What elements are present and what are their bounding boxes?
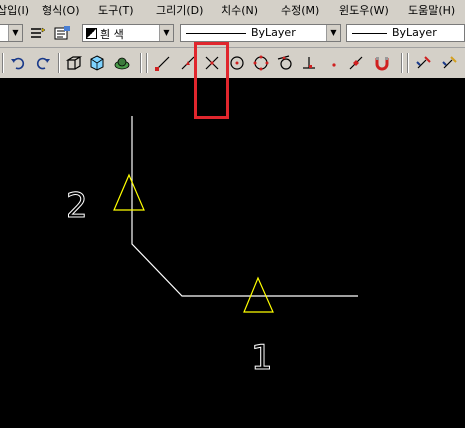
snap-node-icon[interactable] — [324, 53, 344, 73]
box-3d-icon[interactable] — [64, 53, 84, 73]
menu-dimension[interactable]: 치수(N) — [221, 2, 258, 18]
drawing-canvas[interactable]: 2 1 — [0, 78, 465, 428]
menu-bar: 삽입(I) 형식(O) 도구(T) 그리기(D) 치수(N) 수정(M) 윈도우… — [0, 0, 465, 18]
menu-help[interactable]: 도움말(H) — [408, 2, 455, 18]
marker-triangle-1[interactable] — [243, 276, 274, 313]
snap-tangent-icon[interactable] — [275, 53, 295, 73]
menu-tools[interactable]: 도구(T) — [98, 2, 134, 18]
menu-draw[interactable]: 그리기(D) — [156, 2, 203, 18]
toolbar-separator — [401, 53, 403, 73]
linetype-combo[interactable]: ByLayer ▼ — [180, 24, 341, 42]
toolbar-separator — [407, 53, 409, 73]
snap-none-icon[interactable] — [440, 53, 460, 73]
snap-endpoint-icon[interactable] — [153, 53, 173, 73]
drawing-polyline[interactable] — [131, 116, 358, 297]
menu-format[interactable]: 형식(O) — [42, 2, 79, 18]
color-value: 흰 색 — [100, 28, 124, 41]
menu-insert[interactable]: 삽입(I) — [0, 2, 29, 18]
render-icon[interactable] — [112, 53, 132, 73]
chevron-down-icon[interactable]: ▼ — [326, 25, 340, 41]
linetype-value: ByLayer — [251, 26, 296, 39]
chevron-down-icon[interactable]: ▼ — [8, 25, 22, 41]
highlight-box — [194, 42, 229, 119]
layer-state-icon[interactable] — [28, 24, 48, 44]
snap-nearest-icon[interactable] — [346, 53, 366, 73]
lineweight-preview — [352, 33, 387, 34]
menu-window[interactable]: 윈도우(W) — [339, 2, 389, 18]
lineweight-combo[interactable]: ByLayer — [346, 24, 465, 42]
redo-icon[interactable] — [33, 53, 53, 73]
snap-magnet-icon[interactable] — [372, 53, 392, 73]
toolbar-separator — [58, 53, 60, 73]
color-swatch — [86, 28, 97, 39]
linetype-preview — [186, 33, 246, 34]
lineweight-value: ByLayer — [392, 26, 437, 39]
chevron-down-icon[interactable]: ▼ — [159, 25, 173, 41]
layer-combo[interactable]: ▼ — [0, 24, 23, 42]
label-1: 1 — [251, 338, 273, 378]
toolbar-separator — [140, 53, 142, 73]
snap-center-icon[interactable] — [227, 53, 247, 73]
layer-properties-icon[interactable] — [52, 24, 72, 44]
marker-triangle-2[interactable] — [113, 173, 145, 211]
toolbar-separator — [2, 53, 4, 73]
snap-quadrant-icon[interactable] — [251, 53, 271, 73]
color-combo[interactable]: 흰 색 ▼ — [82, 24, 174, 42]
view-cube-icon[interactable] — [87, 53, 107, 73]
label-2: 2 — [66, 186, 88, 226]
properties-toolbar: ▼ 흰 색 ▼ ByLayer ▼ ByLayer — [0, 21, 465, 48]
osnap-settings-icon[interactable] — [414, 53, 434, 73]
undo-icon[interactable] — [8, 53, 28, 73]
toolbar-separator — [146, 53, 148, 73]
snap-perpendicular-icon[interactable] — [299, 53, 319, 73]
menu-modify[interactable]: 수정(M) — [281, 2, 319, 18]
object-snap-toolbar — [0, 49, 465, 76]
